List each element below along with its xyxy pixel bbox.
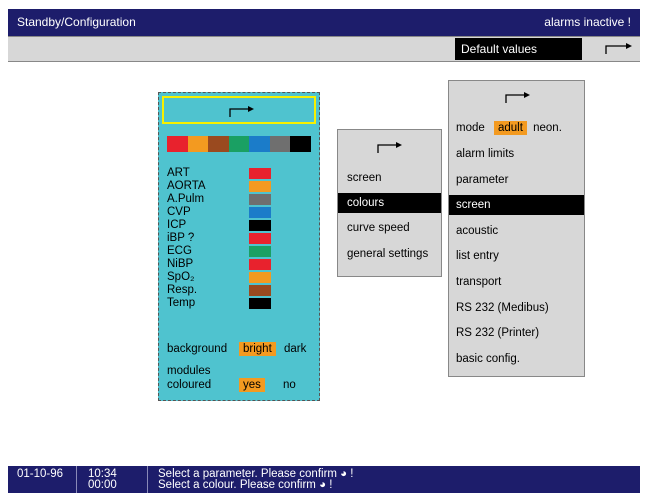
colour-panel-header[interactable] (162, 96, 316, 124)
parameter-label[interactable]: CVP (167, 206, 191, 219)
parameter-colour-swatch[interactable] (249, 272, 271, 283)
status-divider (147, 466, 148, 493)
palette-swatch[interactable] (208, 136, 229, 152)
parameter-colour-swatch[interactable] (249, 207, 271, 218)
alarm-status: alarms inactive ! (544, 15, 631, 29)
status-bar: 01-10-96 10:34 00:00 Select a parameter.… (8, 466, 640, 493)
config-submenu: screen colours curve speed general setti… (337, 129, 442, 277)
default-values-button[interactable]: Default values (455, 38, 582, 60)
colour-palette (167, 136, 311, 152)
title-bar: Standby/Configuration alarms inactive ! (8, 9, 640, 36)
palette-swatch[interactable] (269, 136, 290, 152)
menu-item-acoustic[interactable]: acoustic (449, 221, 584, 241)
menu-item-parameter[interactable]: parameter (449, 170, 584, 190)
palette-swatch[interactable] (290, 136, 311, 152)
default-values-label: Default values (461, 42, 538, 56)
parameter-colour-swatch[interactable] (249, 194, 271, 205)
palette-swatch[interactable] (249, 136, 270, 152)
right-bent-arrow-icon (229, 106, 254, 117)
palette-swatch[interactable] (228, 136, 249, 152)
menu-item-rs232-medibus[interactable]: RS 232 (Medibus) (449, 298, 584, 318)
status-message-2: Select a colour. Please confirm ◕ ! (158, 479, 333, 491)
parameter-colour-swatch[interactable] (249, 285, 271, 296)
parameter-label[interactable]: SpO₂ (167, 271, 194, 284)
window-title: Standby/Configuration (17, 15, 136, 29)
menu-bar: Default values (8, 36, 640, 62)
menu-item-list-entry[interactable]: list entry (449, 246, 584, 266)
parameter-label[interactable]: iBP ? (167, 232, 194, 245)
parameter-colour-swatch[interactable] (249, 233, 271, 244)
parameter-label[interactable]: ECG (167, 245, 192, 258)
parameter-colour-swatch[interactable] (249, 298, 271, 309)
menu-item-screen[interactable]: screen (449, 195, 584, 215)
colour-panel: ART AORTA A.Pulm CVP ICP iBP ? ECG NiBP SpO₂ Resp… (158, 92, 320, 401)
status-date: 01-10-96 (17, 468, 64, 480)
parameter-label[interactable]: AORTA (167, 180, 206, 193)
menu-item-alarm-limits[interactable]: alarm limits (449, 144, 584, 164)
menu-item-transport[interactable]: transport (449, 272, 584, 292)
menu-item-colours[interactable]: colours (338, 193, 441, 213)
menu-item-rs232-printer[interactable]: RS 232 (Printer) (449, 323, 584, 343)
parameter-colour-swatch[interactable] (249, 181, 271, 192)
parameter-colour-swatch[interactable] (249, 168, 271, 179)
default-values-menu: mode adult neon. alarm limits parameter … (448, 80, 585, 377)
palette-swatch[interactable] (167, 136, 188, 152)
mode-label: mode (456, 122, 485, 134)
adult-option[interactable]: adult (493, 121, 527, 135)
parameter-label[interactable]: Resp. (167, 284, 197, 297)
right-bent-arrow-icon[interactable] (504, 90, 532, 104)
parameter-label[interactable]: ICP (167, 219, 186, 232)
no-option[interactable]: no (283, 379, 296, 391)
palette-swatch[interactable] (187, 136, 208, 152)
menu-item-screen[interactable]: screen (338, 168, 441, 188)
background-label: background (167, 343, 228, 355)
right-bent-arrow-icon[interactable] (376, 140, 404, 154)
mode-row: mode adult neon. (449, 118, 584, 138)
parameter-colour-swatch[interactable] (249, 246, 271, 257)
menu-item-general-settings[interactable]: general settings (338, 244, 441, 264)
bright-option[interactable]: bright (239, 342, 276, 356)
menu-item-curve-speed[interactable]: curve speed (338, 218, 441, 238)
modules-label: modules (167, 365, 211, 377)
neon-option[interactable]: neon. (533, 122, 562, 134)
parameter-colour-swatch[interactable] (249, 259, 271, 270)
dark-option[interactable]: dark (284, 343, 306, 355)
parameter-label[interactable]: ART (167, 167, 190, 180)
parameter-label[interactable]: A.Pulm (167, 193, 204, 206)
parameter-label[interactable]: Temp (167, 297, 195, 310)
parameter-colour-swatch[interactable] (249, 220, 271, 231)
status-divider (76, 466, 77, 493)
menu-item-basic-config[interactable]: basic config. (449, 349, 584, 369)
status-elapsed: 00:00 (88, 479, 117, 491)
right-bent-arrow-icon[interactable] (604, 41, 634, 55)
coloured-label: coloured (167, 379, 212, 391)
yes-option[interactable]: yes (239, 378, 265, 392)
parameter-label[interactable]: NiBP (167, 258, 193, 271)
